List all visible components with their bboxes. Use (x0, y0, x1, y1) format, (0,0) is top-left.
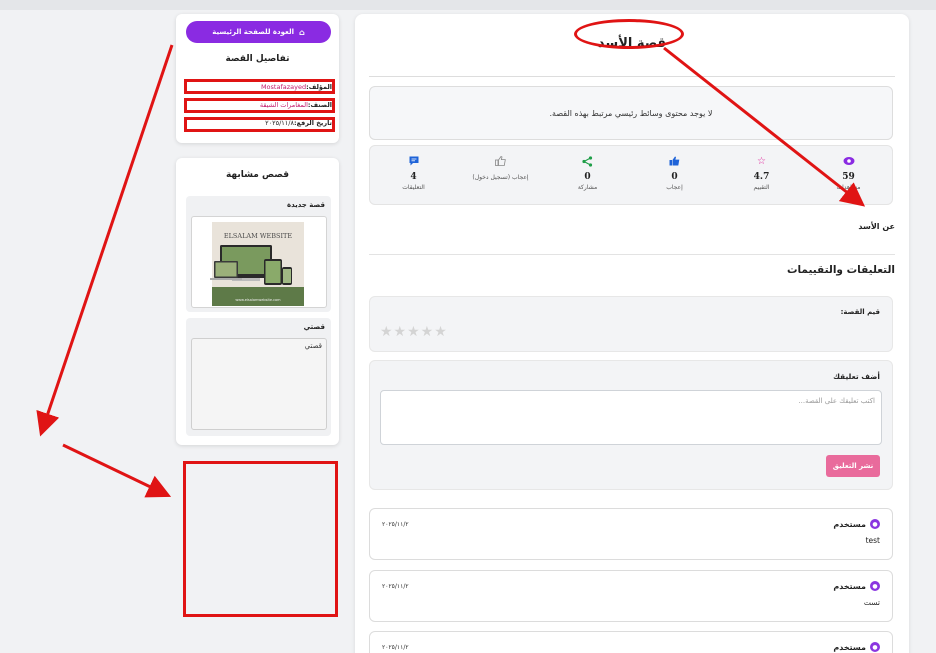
stat-label: التعليقات (402, 184, 425, 191)
comment-item: ● مستخدم ٢٠٢٥/١١/٢ (369, 631, 893, 653)
home-icon: ⌂ (299, 27, 305, 37)
similar-story-title: قصتي (303, 323, 325, 331)
annotation-box (183, 461, 338, 617)
annotation-arrow (62, 443, 172, 498)
story-thumbnail[interactable]: ELSALAM WEBSITE www.elsalamwebsite.com (191, 216, 327, 308)
comment-text: تست (863, 598, 880, 607)
comment-user-name: مستخدم (833, 519, 866, 529)
post-comment-button[interactable]: نشر التعليق (826, 455, 880, 477)
stat-value: 0 (671, 172, 678, 182)
similar-story-item[interactable]: قصة جديدة ELSALAM WEBSITE www.elsalamweb… (186, 196, 331, 312)
user-icon: ● (870, 519, 880, 529)
thumbs-up-icon (668, 155, 682, 167)
stat-label: إعجاب (666, 184, 683, 191)
back-home-label: العودة للصفحة الرئيسية (212, 28, 295, 36)
stats-bar: 59 مشاهدات ☆ 4.7 التقييم 0 إعجاب 0 مشارك… (369, 145, 893, 205)
stat-label: مشاهدات (836, 184, 861, 191)
annotation-box (184, 98, 335, 113)
similar-story-title: قصة جديدة (286, 201, 325, 209)
stat-value: 0 (584, 172, 591, 182)
user-icon: ● (870, 581, 880, 591)
star-icon: ☆ (757, 155, 766, 167)
thumbs-up-outline-icon (494, 155, 508, 167)
comment-date: ٢٠٢٥/١١/٢ (382, 583, 409, 590)
similar-heading: قصص مشابهة (225, 170, 290, 180)
comment-item: ● مستخدم ٢٠٢٥/١١/٢ test (369, 508, 893, 560)
story-about: عن الأسد (858, 222, 895, 231)
thumbnail-footer: www.elsalamwebsite.com (235, 298, 281, 302)
eye-icon (842, 155, 856, 167)
image-alt-text: قصتي (304, 342, 322, 350)
stat-shares[interactable]: 0 مشاركة (544, 146, 631, 204)
stat-likes[interactable]: 0 إعجاب (631, 146, 718, 204)
stat-value: 4 (410, 172, 417, 182)
rate-label: قيم القصة: (840, 308, 880, 316)
media-placeholder: لا يوجد محتوى وسائط رئيسي مرتبط بهذه الق… (369, 86, 893, 140)
stat-rating: ☆ 4.7 التقييم (718, 146, 805, 204)
star-rating-input[interactable]: ★★★★★ (380, 324, 448, 340)
share-icon (581, 155, 595, 167)
add-comment-label: أضف تعليقك (833, 372, 880, 381)
broken-image[interactable]: قصتي (191, 338, 327, 430)
annotation-ellipse (574, 19, 684, 49)
stat-label: التقييم (753, 184, 770, 191)
stat-label: مشاركة (577, 184, 598, 191)
stat-like-login[interactable]: إعجاب (تسجيل دخول) (457, 146, 544, 204)
thumbnail-caption: ELSALAM WEBSITE (224, 232, 292, 240)
divider (369, 76, 895, 77)
divider (369, 254, 895, 255)
details-heading: تفاصيل القصة (225, 54, 290, 64)
user-icon: ● (870, 642, 880, 652)
comment-item: ● مستخدم ٢٠٢٥/١١/٢ تست (369, 570, 893, 622)
stat-views: 59 مشاهدات (805, 146, 892, 204)
comment-author: ● مستخدم (833, 519, 880, 529)
annotation-arrow (36, 44, 174, 437)
comments-heading: التعليقات والتقييمات (786, 264, 895, 276)
similar-stories-card: قصص مشابهة قصة جديدة ELSALAM WEBSITE www… (176, 158, 339, 445)
comment-user-name: مستخدم (833, 642, 866, 652)
rating-box: قيم القصة: ★★★★★ (369, 296, 893, 352)
stat-label: إعجاب (تسجيل دخول) (472, 174, 529, 181)
stat-value: 59 (842, 172, 855, 182)
comment-date: ٢٠٢٥/١١/٢ (382, 644, 409, 651)
comment-text: test (865, 536, 880, 545)
comment-icon (407, 155, 421, 167)
annotation-box (184, 79, 335, 94)
comment-author: ● مستخدم (833, 642, 880, 652)
comment-input[interactable] (380, 390, 882, 445)
stat-value: 4.7 (753, 172, 770, 182)
add-comment-box: أضف تعليقك نشر التعليق (369, 360, 893, 490)
annotation-box (184, 117, 335, 132)
comment-author: ● مستخدم (833, 581, 880, 591)
story-main-panel: قصة الأسد لا يوجد محتوى وسائط رئيسي مرتب… (355, 14, 909, 653)
comment-date: ٢٠٢٥/١١/٢ (382, 521, 409, 528)
comment-user-name: مستخدم (833, 581, 866, 591)
top-bar (0, 0, 936, 10)
similar-story-item[interactable]: قصتي قصتي (186, 318, 331, 436)
back-home-button[interactable]: ⌂ العودة للصفحة الرئيسية (186, 21, 331, 43)
stat-comments: 4 التعليقات (370, 146, 457, 204)
